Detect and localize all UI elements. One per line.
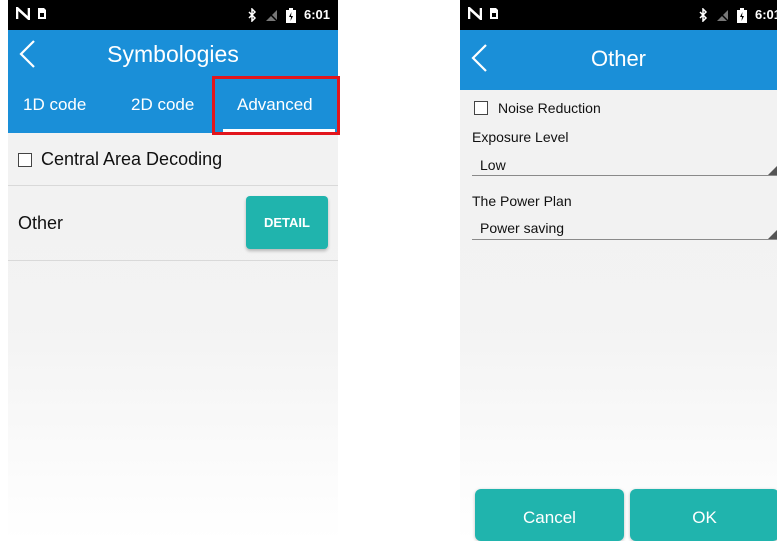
power-plan-value: Power saving [480, 220, 565, 236]
status-bar: 6:01 [8, 0, 338, 30]
status-time: 6:01 [754, 7, 777, 22]
sim-icon [38, 8, 46, 19]
tab-2d-code[interactable]: 2D code [131, 95, 194, 115]
status-time: 6:01 [303, 7, 330, 22]
power-plan-label: The Power Plan [472, 193, 572, 209]
other-label: Other [18, 213, 64, 233]
noise-reduction-label: Noise Reduction [498, 100, 601, 116]
exposure-level-label: Exposure Level [472, 129, 569, 145]
status-bar: 6:01 [460, 0, 777, 30]
other-settings-screen: 6:01 Other Noise Reduction Exposure Leve… [460, 0, 777, 541]
dropdown-underline [472, 175, 777, 176]
sim-icon [490, 8, 498, 19]
no-signal-icon [265, 9, 278, 22]
central-area-decoding-row[interactable]: Central Area Decoding [8, 133, 338, 185]
page-title: Other [590, 46, 647, 71]
central-area-decoding-checkbox[interactable] [18, 153, 32, 167]
page-title: Symbologies [107, 41, 239, 67]
tab-1d-code[interactable]: 1D code [23, 95, 86, 115]
noise-reduction-checkbox[interactable] [474, 101, 488, 115]
detail-button[interactable]: DETAIL [246, 196, 328, 249]
bluetooth-icon [248, 8, 257, 22]
ok-button[interactable]: OK [630, 489, 777, 541]
cancel-button[interactable]: Cancel [475, 489, 624, 541]
battery-icon [285, 7, 296, 23]
dropdown-arrow-icon [768, 230, 777, 239]
app-bar: Other [460, 30, 777, 90]
divider [8, 260, 338, 261]
central-area-decoding-label: Central Area Decoding [41, 149, 223, 169]
app-bar: Symbologies [8, 30, 338, 78]
exposure-level-value: Low [480, 157, 506, 173]
no-signal-icon [716, 9, 729, 22]
nfc-icon [468, 7, 482, 20]
dropdown-arrow-icon [768, 166, 777, 175]
nfc-icon [16, 7, 30, 20]
battery-icon [736, 7, 747, 23]
dropdown-underline [472, 239, 777, 240]
bluetooth-icon [699, 8, 708, 22]
highlight-box [212, 76, 340, 135]
